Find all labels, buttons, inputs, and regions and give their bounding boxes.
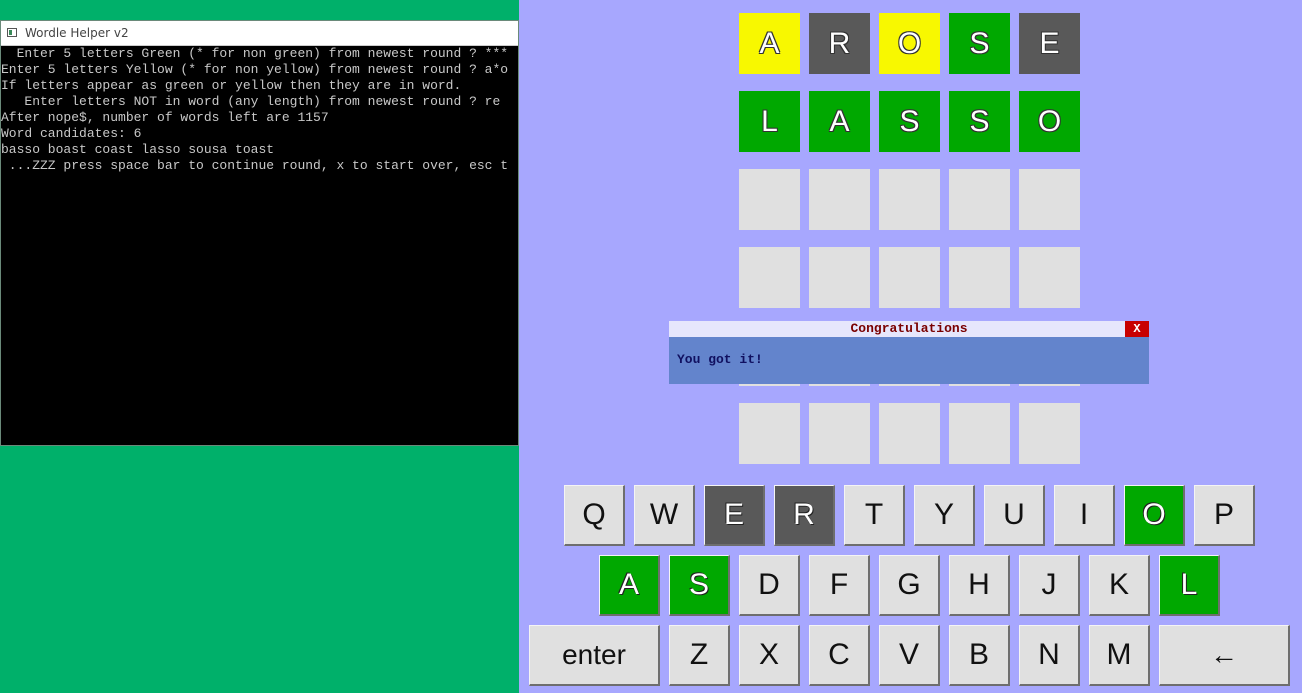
key-o[interactable]: O bbox=[1124, 485, 1185, 546]
console-output: Enter 5 letters Green (* for non green) … bbox=[1, 46, 518, 446]
key-d[interactable]: D bbox=[739, 555, 800, 616]
enter-key[interactable]: enter bbox=[529, 625, 660, 686]
key-n[interactable]: N bbox=[1019, 625, 1080, 686]
key-l[interactable]: L bbox=[1159, 555, 1220, 616]
key-g[interactable]: G bbox=[879, 555, 940, 616]
board-tile bbox=[809, 403, 870, 464]
dialog-close-button[interactable]: X bbox=[1125, 321, 1149, 337]
dialog-titlebar: Congratulations X bbox=[669, 321, 1149, 337]
key-v[interactable]: V bbox=[879, 625, 940, 686]
console-titlebar[interactable]: Wordle Helper v2 bbox=[1, 21, 518, 46]
key-w[interactable]: W bbox=[634, 485, 695, 546]
board-tile: S bbox=[949, 13, 1010, 74]
board-tile: O bbox=[1019, 91, 1080, 152]
console-line: Word candidates: 6 bbox=[1, 126, 142, 141]
board-tile: E bbox=[1019, 13, 1080, 74]
key-i[interactable]: I bbox=[1054, 485, 1115, 546]
key-p[interactable]: P bbox=[1194, 485, 1255, 546]
board-tile: A bbox=[739, 13, 800, 74]
board-tile bbox=[1019, 247, 1080, 308]
console-line: Enter 5 letters Green (* for non green) … bbox=[1, 46, 509, 61]
key-m[interactable]: M bbox=[1089, 625, 1150, 686]
board-tile bbox=[949, 169, 1010, 230]
key-b[interactable]: B bbox=[949, 625, 1010, 686]
key-r[interactable]: R bbox=[774, 485, 835, 546]
board-tile bbox=[879, 247, 940, 308]
board-tile bbox=[739, 247, 800, 308]
board-tile bbox=[809, 247, 870, 308]
board-tile bbox=[949, 403, 1010, 464]
board-tile bbox=[739, 403, 800, 464]
key-c[interactable]: C bbox=[809, 625, 870, 686]
dialog-title: Congratulations bbox=[850, 321, 968, 336]
board-tile bbox=[1019, 403, 1080, 464]
key-f[interactable]: F bbox=[809, 555, 870, 616]
key-u[interactable]: U bbox=[984, 485, 1045, 546]
key-s[interactable]: S bbox=[669, 555, 730, 616]
board-tile bbox=[949, 247, 1010, 308]
congrats-dialog: Congratulations X You got it! bbox=[669, 321, 1149, 384]
board-tile bbox=[1019, 169, 1080, 230]
key-t[interactable]: T bbox=[844, 485, 905, 546]
board-tile: O bbox=[879, 13, 940, 74]
console-line: After nope$, number of words left are 11… bbox=[1, 110, 329, 125]
board-tile: S bbox=[879, 91, 940, 152]
board-tile: A bbox=[809, 91, 870, 152]
key-e[interactable]: E bbox=[704, 485, 765, 546]
key-x[interactable]: X bbox=[739, 625, 800, 686]
key-z[interactable]: Z bbox=[669, 625, 730, 686]
key-q[interactable]: Q bbox=[564, 485, 625, 546]
key-h[interactable]: H bbox=[949, 555, 1010, 616]
board-tile: L bbox=[739, 91, 800, 152]
board-tile bbox=[879, 403, 940, 464]
board-tile bbox=[879, 169, 940, 230]
backspace-key[interactable]: ← bbox=[1159, 625, 1290, 686]
key-y[interactable]: Y bbox=[914, 485, 975, 546]
board-tile bbox=[809, 169, 870, 230]
console-window[interactable]: Wordle Helper v2 Enter 5 letters Green (… bbox=[0, 20, 519, 446]
console-title: Wordle Helper v2 bbox=[25, 26, 129, 40]
key-j[interactable]: J bbox=[1019, 555, 1080, 616]
key-a[interactable]: A bbox=[599, 555, 660, 616]
board-tile: R bbox=[809, 13, 870, 74]
key-k[interactable]: K bbox=[1089, 555, 1150, 616]
dialog-message: You got it! bbox=[677, 352, 763, 367]
console-line: ...ZZZ press space bar to continue round… bbox=[1, 158, 509, 173]
console-line: If letters appear as green or yellow the… bbox=[1, 78, 462, 93]
console-line: Enter letters NOT in word (any length) f… bbox=[1, 94, 501, 109]
board-tile: S bbox=[949, 91, 1010, 152]
console-line: basso boast coast lasso sousa toast bbox=[1, 142, 275, 157]
console-app-icon bbox=[7, 28, 17, 37]
board-tile bbox=[739, 169, 800, 230]
console-line: Enter 5 letters Yellow (* for non yellow… bbox=[1, 62, 509, 77]
